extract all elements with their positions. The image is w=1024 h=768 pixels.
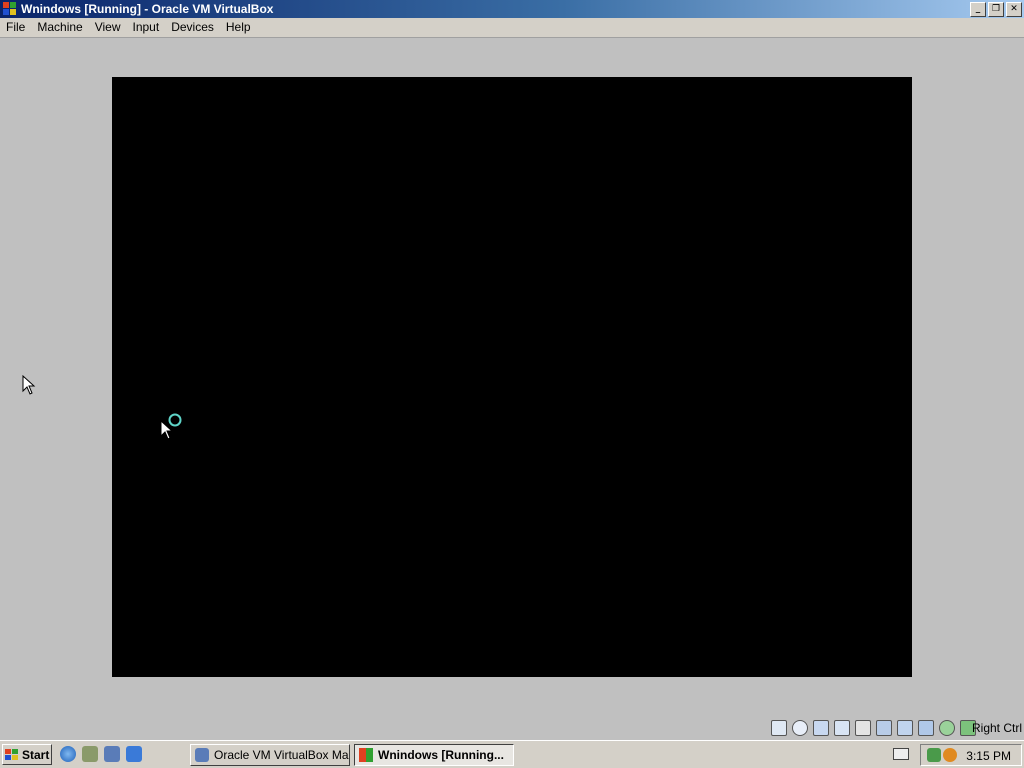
vm-status-bar: Right Ctrl <box>0 716 1024 740</box>
keyboard-icon[interactable] <box>893 748 909 760</box>
start-label: Start <box>22 747 50 762</box>
restore-button[interactable]: ❐ <box>988 1 1004 17</box>
desktop-icon[interactable] <box>82 746 98 762</box>
network-icon[interactable] <box>813 720 829 736</box>
start-button[interactable]: Start <box>2 744 52 765</box>
menu-devices[interactable]: Devices <box>165 18 220 37</box>
usb-icon[interactable] <box>834 720 850 736</box>
virtualbox-icon[interactable] <box>104 746 120 762</box>
windows-update-icon[interactable] <box>126 746 142 762</box>
search-icon[interactable] <box>943 748 957 762</box>
virtualbox-icon <box>195 748 209 762</box>
task-label: Oracle VM VirtualBox Ma... <box>214 748 350 762</box>
task-wnindows-running[interactable]: Wnindows [Running... <box>354 744 514 766</box>
close-button[interactable]: ✕ <box>1006 1 1022 17</box>
windows-logo-icon <box>5 748 19 761</box>
optical-drive-icon[interactable] <box>792 720 808 736</box>
menu-input[interactable]: Input <box>127 18 166 37</box>
virtualbox-window-icon[interactable] <box>3 2 17 16</box>
window-title: Wnindows [Running] - Oracle VM VirtualBo… <box>21 2 274 16</box>
menu-help[interactable]: Help <box>220 18 257 37</box>
clock[interactable]: 3:15 PM <box>966 749 1011 763</box>
menu-file[interactable]: File <box>0 18 31 37</box>
virtualization-icon[interactable] <box>918 720 934 736</box>
taskbar: Start Oracle VM VirtualBox Ma... Wnindow… <box>0 740 1024 768</box>
quick-launch <box>60 746 142 762</box>
minimize-button[interactable]: _ <box>970 1 986 17</box>
hard-disk-icon[interactable] <box>771 720 787 736</box>
task-virtualbox-manager[interactable]: Oracle VM VirtualBox Ma... <box>190 744 350 766</box>
menu-machine[interactable]: Machine <box>31 18 88 37</box>
virtualbox-window-icon <box>359 748 373 762</box>
task-label: Wnindows [Running... <box>378 748 504 762</box>
video-capture-icon[interactable] <box>897 720 913 736</box>
vm-display[interactable] <box>112 77 912 677</box>
display-icon[interactable] <box>876 720 892 736</box>
menu-view[interactable]: View <box>89 18 127 37</box>
host-key-label: Right Ctrl <box>971 721 1022 735</box>
window-title-bar[interactable]: Wnindows [Running] - Oracle VM VirtualBo… <box>0 0 1024 18</box>
internet-explorer-icon[interactable] <box>60 746 76 762</box>
virtualbox-tray-icon[interactable] <box>927 748 941 762</box>
mouse-integration-icon[interactable] <box>939 720 955 736</box>
menu-bar: File Machine View Input Devices Help <box>0 18 1024 38</box>
system-tray: 3:15 PM <box>920 744 1022 766</box>
shared-folders-icon[interactable] <box>855 720 871 736</box>
